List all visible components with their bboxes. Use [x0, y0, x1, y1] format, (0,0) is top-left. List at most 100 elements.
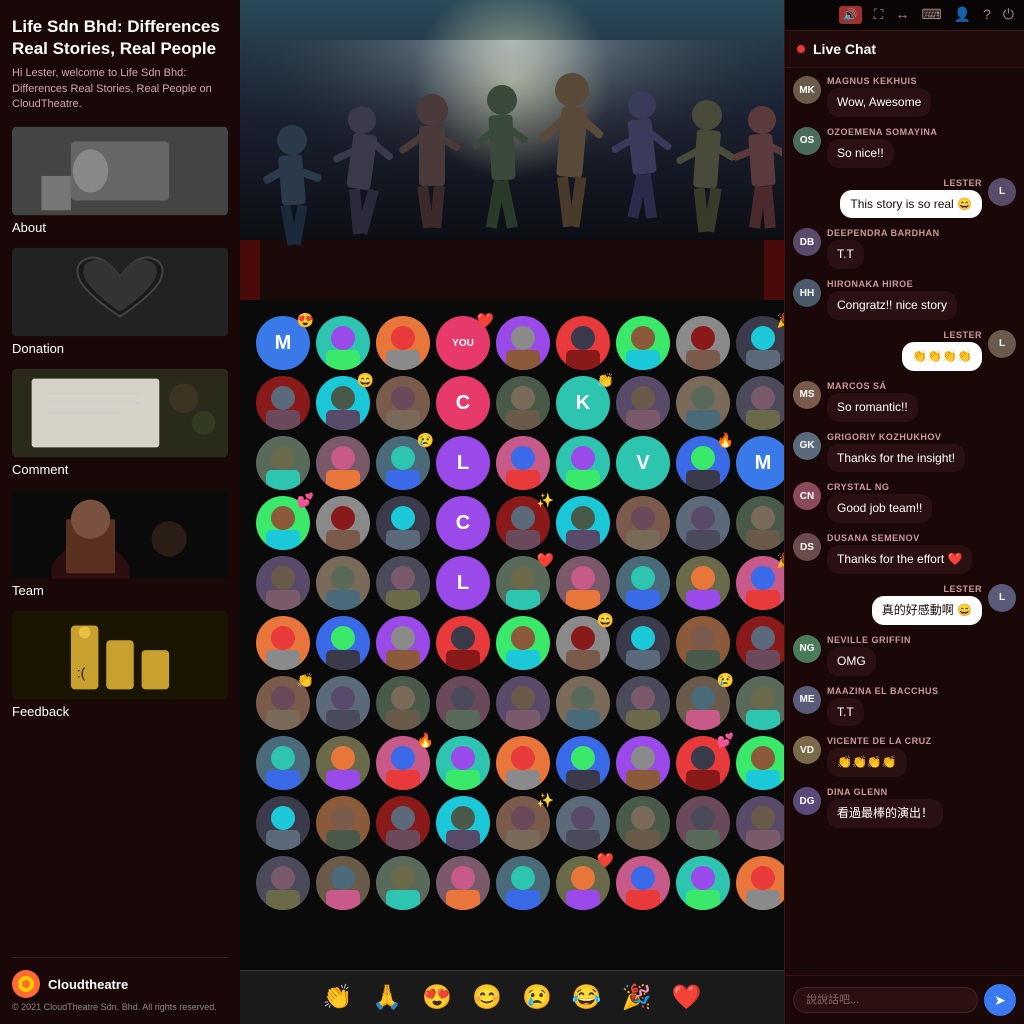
reaction-smile[interactable]: 😊	[472, 983, 502, 1012]
audience-circle-94	[496, 856, 550, 910]
chat-message-4: HHHIRONAKA HIROECongratz!! nice story	[793, 279, 1016, 320]
fullscreen-icon[interactable]: ⛶	[874, 6, 884, 24]
avatar-31	[316, 496, 370, 550]
sidebar-item-team[interactable]: Team	[12, 489, 228, 598]
reaction-laugh[interactable]: 😂	[572, 983, 602, 1012]
avatar-63	[436, 676, 490, 730]
avatar-88	[736, 796, 784, 850]
avatar-68	[736, 676, 784, 730]
emoji-badge-84: ✨	[537, 792, 554, 809]
chat-message-0: MKMAGNUS KEKHUISWow, Awesome	[793, 76, 1016, 117]
audience-circle-93	[436, 856, 490, 910]
power-icon[interactable]: ⏻	[1003, 6, 1014, 24]
audience-circle-5	[556, 316, 610, 370]
audience-circle-57	[676, 616, 730, 670]
audience-circle-21	[316, 436, 370, 490]
audience-circle-16	[616, 376, 670, 430]
audience-circle-66	[616, 676, 670, 730]
avatar-10	[256, 376, 310, 430]
audience-circle-12	[376, 376, 430, 430]
avatar-56	[616, 616, 670, 670]
avatar-40	[256, 556, 310, 610]
avatar-13: C	[436, 376, 490, 430]
user-icon[interactable]: 👤	[954, 6, 971, 24]
audience-circle-73	[436, 736, 490, 790]
avatar-17	[676, 376, 730, 430]
chat-name-5: LESTER	[902, 330, 982, 340]
audience-circle-65	[556, 676, 610, 730]
audience-circle-1	[316, 316, 370, 370]
reaction-clap[interactable]: 👏	[322, 983, 352, 1012]
audience-circle-11: 😄	[316, 376, 370, 430]
reaction-heart[interactable]: ❤️	[672, 983, 702, 1012]
audience-circle-25	[556, 436, 610, 490]
avatar-83	[436, 796, 490, 850]
avatar-2	[376, 316, 430, 370]
chat-name-13: VICENTE DE LA CRUZ	[827, 736, 932, 746]
emoji-badge-95: ❤️	[597, 852, 614, 869]
sidebar-item-comment-label: Comment	[12, 462, 228, 477]
reaction-cry[interactable]: 😢	[522, 983, 552, 1012]
emoji-badge-0: 😍	[297, 312, 314, 329]
avatar-4	[496, 316, 550, 370]
chat-bubble-11: OMG	[827, 647, 876, 676]
audience-circle-85	[556, 796, 610, 850]
sidebar-item-feedback-label: Feedback	[12, 704, 228, 719]
chat-bubble-8: Good job team!!	[827, 494, 932, 523]
emoji-badge-30: 💕	[297, 492, 314, 509]
audience-circle-84: ✨	[496, 796, 550, 850]
chat-avatar-14: DG	[793, 787, 821, 815]
avatar-25	[556, 436, 610, 490]
stage-scene	[240, 0, 784, 300]
chat-name-4: HIRONAKA HIROE	[827, 279, 957, 289]
reaction-love-eyes[interactable]: 😍	[422, 983, 452, 1012]
chat-avatar-4: HH	[793, 279, 821, 307]
audience-circle-46	[616, 556, 670, 610]
brand: Cloudtheatre	[12, 970, 228, 998]
audience-circle-63	[436, 676, 490, 730]
audience-circle-54	[496, 616, 550, 670]
emoji-badge-67: 😢	[717, 672, 734, 689]
audience-circle-44: ❤️	[496, 556, 550, 610]
sidebar-footer: Cloudtheatre © 2021 CloudTheatre Sdn. Bh…	[12, 957, 228, 1012]
audience-circle-77: 💕	[676, 736, 730, 790]
reaction-pray[interactable]: 🙏	[372, 983, 402, 1012]
audience-circle-50	[256, 616, 310, 670]
chat-input[interactable]	[793, 987, 978, 1013]
help-icon[interactable]: ?	[983, 6, 991, 24]
send-button[interactable]: ➤	[984, 984, 1016, 1016]
chat-avatar-11: NG	[793, 635, 821, 663]
keyboard-icon[interactable]: ⌨	[921, 6, 941, 24]
brand-icon	[12, 970, 40, 998]
audience-circle-32	[376, 496, 430, 550]
avatar-50	[256, 616, 310, 670]
avatar-14	[496, 376, 550, 430]
chat-input-area: ➤	[785, 975, 1024, 1024]
sidebar-item-comment[interactable]: Comment	[12, 368, 228, 477]
chat-message-6: MSMARCOS SÁSo romantic!!	[793, 381, 1016, 422]
volume-icon[interactable]: 🔊	[839, 6, 862, 24]
sidebar-item-about-label: About	[12, 220, 228, 235]
audience-circle-80	[256, 796, 310, 850]
avatar-18	[736, 376, 784, 430]
chat-header: Live Chat	[785, 31, 1024, 68]
chat-avatar-9: DS	[793, 533, 821, 561]
reaction-party[interactable]: 🎉	[622, 983, 652, 1012]
emoji-badge-22: 😢	[417, 432, 434, 449]
audience-circle-33: C	[436, 496, 490, 550]
sidebar-item-donation[interactable]: Donation	[12, 247, 228, 356]
video-area	[240, 0, 784, 300]
chat-message-9: DS DUSANA SEMENOV Thanks for the effort ❤️	[793, 533, 1016, 574]
chat-bubble-9: Thanks for the effort ❤️	[827, 545, 972, 574]
sidebar-item-feedback[interactable]: :( Feedback	[12, 610, 228, 719]
audience-circle-6	[616, 316, 670, 370]
chat-name-9: DUSANA SEMENOV	[827, 533, 972, 543]
sidebar-item-about[interactable]: About	[12, 126, 228, 235]
resize-icon[interactable]: ↔	[895, 6, 909, 24]
avatar-23: L	[436, 436, 490, 490]
left-sidebar: Life Sdn Bhd: Differences Real Stories, …	[0, 0, 240, 1024]
chat-message-14: DGDINA GLENN看過最棒的演出！	[793, 787, 1016, 828]
main-content: 😍M ❤️YOU 🎉 😄 C 👏K 😢 L V🔥 M 💕	[240, 0, 784, 1024]
avatar-46	[616, 556, 670, 610]
audience-circle-68	[736, 676, 784, 730]
